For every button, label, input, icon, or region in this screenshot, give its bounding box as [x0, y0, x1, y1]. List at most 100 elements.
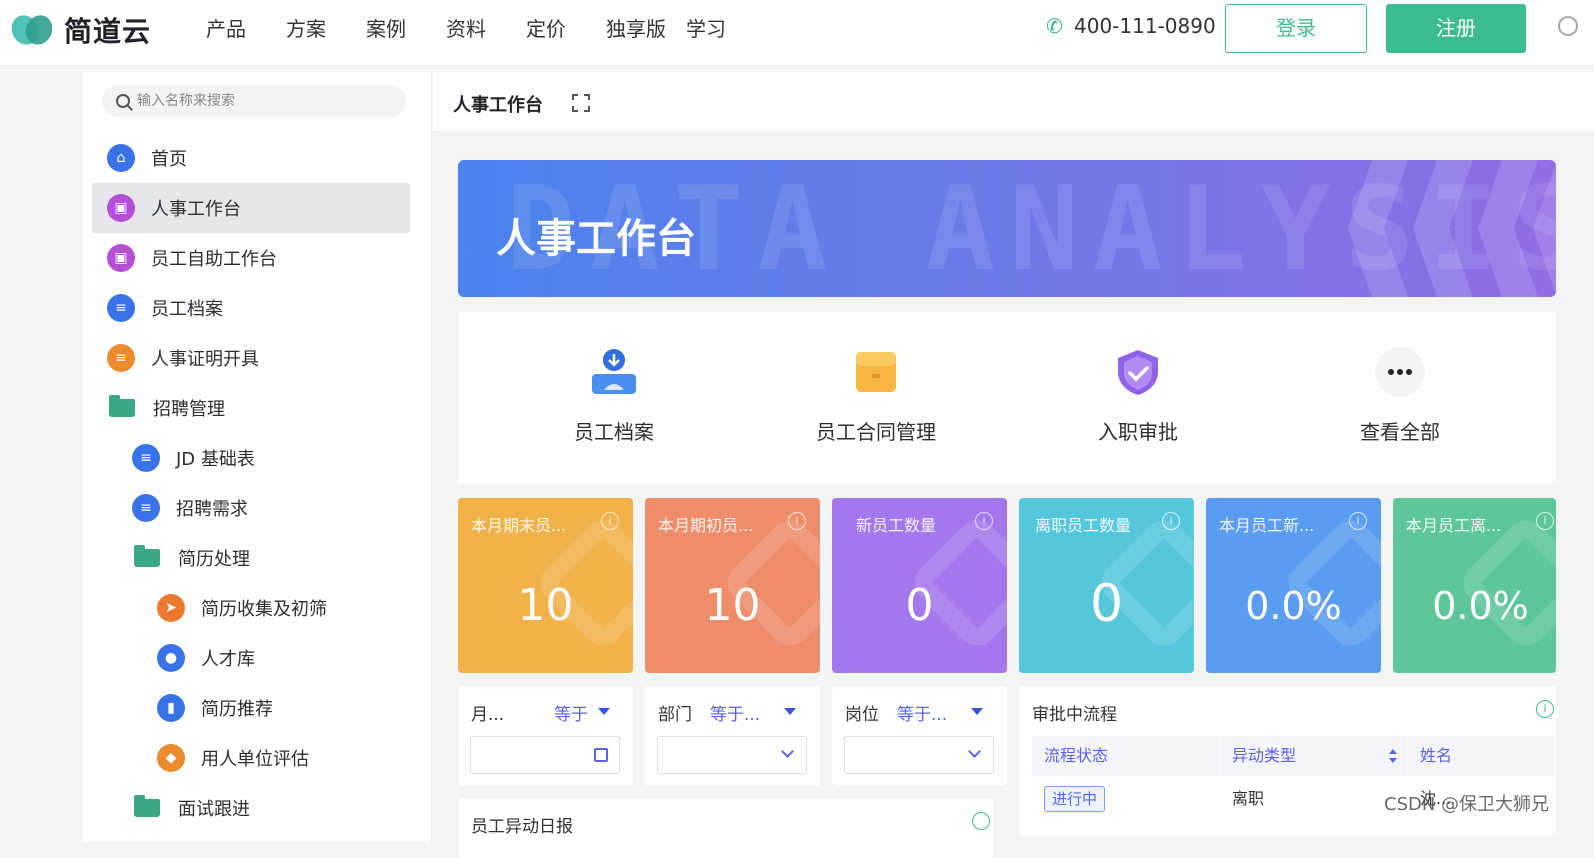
sidebar: ⌂ 首页 ▣ 人事工作台 ▣ 员工自助工作台 ≡ 员工档案 ≡ 人事证明开具 招…	[82, 72, 432, 842]
metric-card[interactable]: 本月员工新... i 0.0%	[1206, 498, 1381, 673]
hero-banner: DATA ANALYSIS 人事工作台	[458, 160, 1556, 297]
filter-operator[interactable]: 等于...	[710, 700, 760, 725]
metric-value: 0.0%	[1245, 584, 1342, 628]
filter-operator[interactable]: 等于	[554, 700, 588, 725]
sidebar-item-jd-table[interactable]: ≡ JD 基础表	[132, 433, 402, 483]
main-nav: 产品 方案 案例 资料 定价 独享版 学习	[206, 14, 766, 44]
filter-month: 月... 等于	[458, 686, 633, 786]
content-header: 人事工作台	[433, 72, 1594, 132]
quick-link-contract[interactable]: 员工合同管理	[796, 346, 956, 445]
sidebar-item-employee-files[interactable]: ≡ 员工档案	[107, 283, 407, 333]
sidebar-item-recruitment[interactable]: 招聘管理	[109, 383, 409, 433]
info-icon[interactable]: i	[975, 512, 993, 530]
filter-operator[interactable]: 等于...	[897, 700, 947, 725]
phone-contact[interactable]: ✆ 400-111-0890	[1046, 14, 1216, 38]
register-button[interactable]: 注册	[1386, 4, 1526, 53]
info-icon[interactable]	[972, 812, 990, 830]
filter-label: 部门	[658, 705, 692, 725]
column-header[interactable]: 异动类型	[1220, 736, 1408, 776]
sidebar-item-hr-workbench[interactable]: ▣ 人事工作台	[92, 183, 410, 233]
table-cell: 离职	[1232, 789, 1265, 808]
sidebar-item-employer-eval[interactable]: ◆ 用人单位评估	[157, 733, 402, 783]
more-icon	[1374, 346, 1426, 398]
login-button[interactable]: 登录	[1225, 4, 1367, 53]
sidebar-item-resume-collect[interactable]: ➤ 简历收集及初筛	[157, 583, 402, 633]
sidebar-item-label: 首页	[151, 149, 187, 170]
select-input[interactable]	[657, 736, 807, 774]
chevron-down-icon	[781, 745, 794, 758]
filter-label: 月...	[471, 705, 505, 725]
quick-links-panel: 员工档案 员工合同管理 入职审批 查看全部	[458, 312, 1556, 484]
column-header-label: 异动类型	[1232, 746, 1297, 765]
quick-link-label: 入职审批	[1098, 420, 1178, 444]
sidebar-item-label: 简历推荐	[201, 699, 273, 720]
page-title: 人事工作台	[453, 95, 543, 116]
form-icon: ≡	[132, 444, 160, 472]
search-input[interactable]	[137, 93, 377, 109]
caret-down-icon[interactable]	[784, 708, 796, 715]
sidebar-item-resume-recommend[interactable]: ▮ 简历推荐	[157, 683, 402, 733]
nav-item-exclusive[interactable]: 独享版	[606, 14, 686, 44]
column-header[interactable]: 流程状态	[1032, 736, 1220, 776]
home-icon: ⌂	[107, 144, 135, 172]
sidebar-item-recruit-demand[interactable]: ≡ 招聘需求	[132, 483, 402, 533]
metric-label: 本月员工离...	[1406, 516, 1502, 535]
info-icon[interactable]: i	[601, 512, 619, 530]
folder-box-icon	[850, 346, 902, 398]
column-header[interactable]: 姓名	[1408, 736, 1556, 776]
nav-item-resource[interactable]: 资料	[446, 14, 526, 44]
sidebar-item-label: 用人单位评估	[201, 749, 309, 770]
metric-label: 本月期初员...	[658, 516, 754, 535]
sidebar-item-label: 员工档案	[151, 299, 223, 320]
sidebar-item-resume-processing[interactable]: 简历处理	[134, 533, 404, 583]
form-icon: ≡	[132, 494, 160, 522]
info-icon[interactable]: i	[1536, 512, 1554, 530]
sidebar-item-certificate[interactable]: ≡ 人事证明开具	[107, 333, 407, 383]
folder-icon	[134, 795, 160, 817]
date-picker-input[interactable]	[470, 736, 620, 774]
info-icon[interactable]: i	[788, 512, 806, 530]
sort-icon[interactable]	[1389, 749, 1397, 763]
sidebar-item-label: JD 基础表	[176, 449, 255, 470]
metric-card[interactable]: 本月期初员... i 10	[645, 498, 820, 673]
sidebar-item-talent-pool[interactable]: ● 人才库	[157, 633, 402, 683]
brand-logo[interactable]: 简道云	[6, 10, 151, 50]
fullscreen-icon[interactable]	[572, 94, 590, 112]
sidebar-search[interactable]	[102, 85, 406, 117]
metric-card[interactable]: 本月期末员... i 10	[458, 498, 633, 673]
metric-value: 0	[1089, 574, 1124, 634]
nav-item-product[interactable]: 产品	[206, 14, 286, 44]
sidebar-item-interview[interactable]: 面试跟进	[134, 783, 404, 833]
nav-item-pricing[interactable]: 定价	[526, 14, 606, 44]
info-icon[interactable]: i	[1162, 512, 1180, 530]
quick-link-view-all[interactable]: 查看全部	[1320, 346, 1480, 445]
dashboard-icon: ▣	[107, 244, 135, 272]
bookmark-icon: ▮	[157, 694, 185, 722]
panel-title: 员工异动日报	[471, 817, 573, 837]
caret-down-icon[interactable]	[971, 708, 983, 715]
metric-card[interactable]: 本月员工离... i 0.0%	[1393, 498, 1556, 673]
calendar-icon	[594, 748, 608, 762]
metric-card[interactable]: 离职员工数量 i 0	[1019, 498, 1194, 673]
info-icon[interactable]: i	[1349, 512, 1367, 530]
sidebar-item-label: 人才库	[201, 649, 255, 670]
sidebar-item-home[interactable]: ⌂ 首页	[107, 133, 407, 183]
sidebar-item-self-service[interactable]: ▣ 员工自助工作台	[107, 233, 407, 283]
watermark-text: CSDN @保卫大狮兄	[1384, 794, 1550, 815]
nav-item-learn[interactable]: 学习	[686, 14, 766, 44]
form-icon: ≡	[107, 344, 135, 372]
caret-down-icon[interactable]	[598, 708, 610, 715]
user-icon[interactable]	[1558, 16, 1578, 36]
quick-link-label: 员工档案	[574, 420, 654, 444]
folder-icon	[134, 545, 160, 567]
dashboard-icon: ▣	[107, 194, 135, 222]
quick-link-onboarding-approval[interactable]: 入职审批	[1058, 346, 1218, 445]
metric-value: 0	[905, 580, 934, 631]
info-icon[interactable]: i	[1536, 700, 1554, 718]
metric-card[interactable]: 新员工数量 i 0	[832, 498, 1007, 673]
select-input[interactable]	[844, 736, 994, 774]
quick-link-employee-files[interactable]: 员工档案	[534, 346, 694, 445]
nav-item-solution[interactable]: 方案	[286, 14, 366, 44]
nav-item-case[interactable]: 案例	[366, 14, 446, 44]
sidebar-item-label: 招聘管理	[153, 399, 225, 420]
